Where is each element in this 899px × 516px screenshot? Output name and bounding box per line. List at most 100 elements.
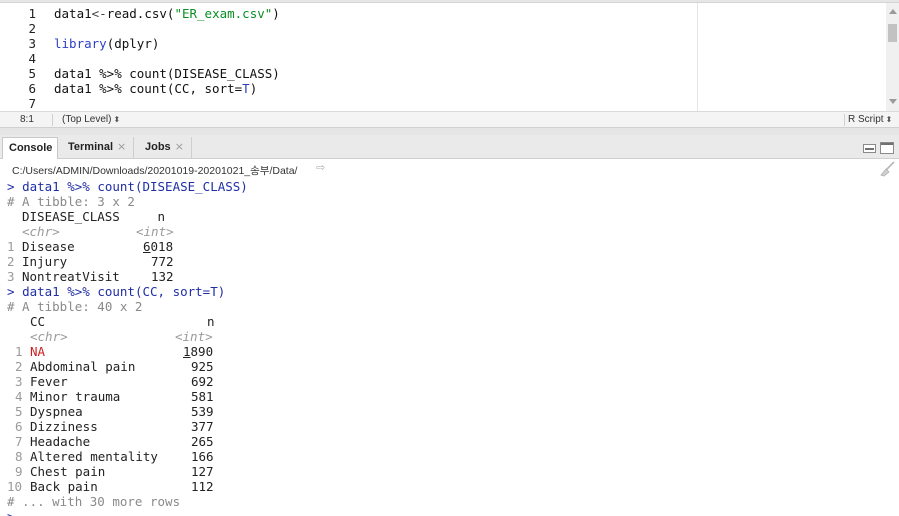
row-index-text: 8 xyxy=(15,449,23,464)
code-area[interactable]: data1<-read.csv("ER_exam.csv") library(d… xyxy=(54,3,694,111)
file-type-selector[interactable]: R Script ⬍ xyxy=(848,114,892,125)
row-value: 166 xyxy=(191,449,214,464)
row-index: 8 xyxy=(15,449,23,464)
line-number: 1 xyxy=(28,6,36,21)
type-label: <chr> xyxy=(22,224,60,239)
scroll-down-arrow-icon[interactable] xyxy=(889,99,897,104)
pane-splitter[interactable] xyxy=(0,128,899,135)
scope-selector[interactable]: (Top Level) ⬍ xyxy=(62,114,120,125)
row-name: Dizziness xyxy=(30,419,98,434)
code-line-3[interactable]: library(dplyr) xyxy=(54,36,159,51)
cursor-position: 8:1 xyxy=(20,114,34,125)
line-number: 3 xyxy=(28,36,36,51)
row-value: 265 xyxy=(191,434,214,449)
row-index: 1 xyxy=(15,344,23,359)
code-token-args: (dplyr) xyxy=(106,36,160,51)
line-number-gutter: 1 2 3 4 5 6 7 xyxy=(0,3,44,111)
row-value: 581 xyxy=(191,389,214,404)
row-index: 3 xyxy=(15,374,23,389)
editor-scrollbar[interactable] xyxy=(886,3,899,111)
row-value: 539 xyxy=(191,404,214,419)
row-value: 112 xyxy=(191,479,214,494)
source-editor[interactable]: 1 2 3 4 5 6 7 data1<-read.csv("ER_exam.c… xyxy=(0,0,899,111)
scrollbar-thumb[interactable] xyxy=(888,24,897,42)
updown-chevron-icon: ⬍ xyxy=(885,115,893,124)
prompt-symbol: > xyxy=(7,509,15,516)
code-line-5[interactable]: data1 %>% count(DISEASE_CLASS) xyxy=(54,66,280,81)
value-lead-digit: 6 xyxy=(143,239,151,254)
row-index-text: 10 xyxy=(7,479,23,494)
code-token-logical: T xyxy=(242,81,250,96)
row-name-na: NA xyxy=(30,344,46,359)
row-index-text: 1 xyxy=(15,344,23,359)
code-line-1[interactable]: data1<-read.csv("ER_exam.csv") xyxy=(54,6,280,21)
command-text: data1 %>% count(CC, sort=T) xyxy=(22,284,226,299)
column-name-cc: CC xyxy=(30,314,46,329)
code-token-keyword: library xyxy=(54,36,107,51)
table-row: 3 xyxy=(7,269,15,284)
command-text: data1 %>% count(DISEASE_CLASS) xyxy=(22,179,248,194)
code-token-string: "ER_exam.csv" xyxy=(174,6,273,21)
row-name: Dyspnea xyxy=(30,404,83,419)
close-icon[interactable]: × xyxy=(175,140,184,153)
editor-status-bar: 8:1 (Top Level) ⬍ R Script ⬍ xyxy=(0,111,899,128)
tab-terminal[interactable]: Terminal × xyxy=(62,137,134,159)
row-index: 6 xyxy=(15,419,23,434)
table-row: 2 xyxy=(7,254,15,269)
column-type-int: <int> xyxy=(136,224,174,239)
row-index-text: 6 xyxy=(15,419,23,434)
row-value: 6018 xyxy=(143,239,173,254)
file-type-label: R Script xyxy=(848,114,884,125)
line-number: 5 xyxy=(28,66,36,81)
clear-console-broom-icon[interactable] xyxy=(878,161,896,177)
type-label: <int> xyxy=(136,224,174,239)
tibble-header: # A tibble: 40 x 2 xyxy=(7,299,143,314)
console-command-line: > data1 %>% count(DISEASE_CLASS) xyxy=(7,179,248,194)
type-label: <chr> xyxy=(30,329,68,344)
go-to-directory-icon[interactable]: ⇨ xyxy=(316,161,325,174)
row-name: Altered mentality xyxy=(30,449,158,464)
row-index-text: 2 xyxy=(15,359,23,374)
maximize-pane-icon[interactable] xyxy=(880,142,894,154)
scroll-up-arrow-icon[interactable] xyxy=(889,9,897,14)
tab-jobs[interactable]: Jobs × xyxy=(138,137,192,159)
row-name: Abdominal pain xyxy=(30,359,136,374)
more-rows-note: # ... with 30 more rows xyxy=(7,494,181,509)
value-rest: 018 xyxy=(150,239,174,254)
column-name-n: n xyxy=(207,314,215,329)
tab-console[interactable]: Console xyxy=(2,137,58,159)
status-divider xyxy=(52,114,53,126)
console-path-bar: C:/Users/ADMIN/Downloads/20201019-202010… xyxy=(0,159,899,179)
console-output[interactable]: > data1 %>% count(DISEASE_CLASS) # A tib… xyxy=(0,179,899,516)
row-index: 9 xyxy=(15,464,23,479)
console-command-line: > data1 %>% count(CC, sort=T) xyxy=(7,284,225,299)
tab-label: Console xyxy=(9,142,53,154)
row-name: Fever xyxy=(30,374,68,389)
console-input-line[interactable]: > xyxy=(7,509,15,516)
row-index: 3 xyxy=(7,269,15,284)
code-token-paren: ) xyxy=(249,81,258,96)
close-icon[interactable]: × xyxy=(117,140,126,153)
row-value: 692 xyxy=(191,374,214,389)
line-number: 7 xyxy=(28,96,36,111)
code-token-fn: read.csv( xyxy=(106,6,175,21)
column-type-chr: <chr> xyxy=(22,224,60,239)
row-value: 127 xyxy=(191,464,214,479)
line-number: 2 xyxy=(28,21,36,36)
tab-label: Jobs xyxy=(145,141,171,153)
code-line-6[interactable]: data1 %>% count(CC, sort=T) xyxy=(54,81,257,96)
row-name: Disease xyxy=(22,239,75,254)
value-rest: 890 xyxy=(190,344,214,359)
row-index-text: 9 xyxy=(15,464,23,479)
prompt-symbol: > xyxy=(7,284,15,299)
minimize-pane-icon[interactable] xyxy=(863,144,876,153)
row-value: 772 xyxy=(151,254,174,269)
row-index: 7 xyxy=(15,434,23,449)
column-type-int: <int> xyxy=(175,329,213,344)
row-value: 377 xyxy=(191,419,214,434)
row-name: Chest pain xyxy=(30,464,106,479)
updown-chevron-icon: ⬍ xyxy=(113,115,121,124)
tab-label: Terminal xyxy=(68,141,114,153)
row-index: 4 xyxy=(15,389,23,404)
status-divider xyxy=(844,114,845,126)
